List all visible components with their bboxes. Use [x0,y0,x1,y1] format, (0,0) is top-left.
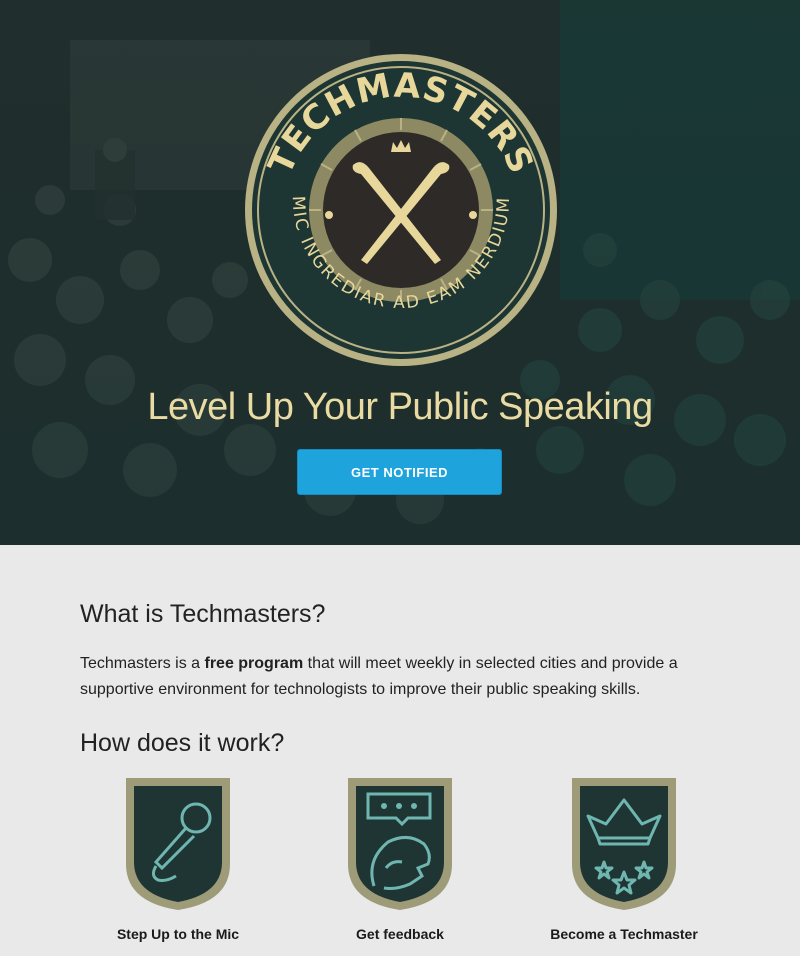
microphone-icon [126,778,230,910]
free-program-emphasis: free program [204,655,304,672]
step-label-mic: Step Up to the Mic [116,926,240,942]
step-label-techmaster: Become a Techmaster [550,926,698,942]
hero-title: Level Up Your Public Speaking [147,386,653,428]
techmasters-logo: TECHMASTERS MIC INGREDIAR AD EAM NERDIUM [245,54,557,366]
crown-stars-icon [572,778,676,910]
how-heading: How does it work? [80,729,285,757]
get-notified-button[interactable]: GET NOTIFIED [297,449,502,495]
about-paragraph: Techmasters is a free program that will … [80,655,678,698]
step-label-feedback: Get feedback [356,926,444,942]
about-heading: What is Techmasters? [80,600,326,628]
speech-lion-icon [348,778,452,910]
hero-banner: TECHMASTERS MIC INGREDIAR AD EAM NERDIUM… [0,0,800,545]
